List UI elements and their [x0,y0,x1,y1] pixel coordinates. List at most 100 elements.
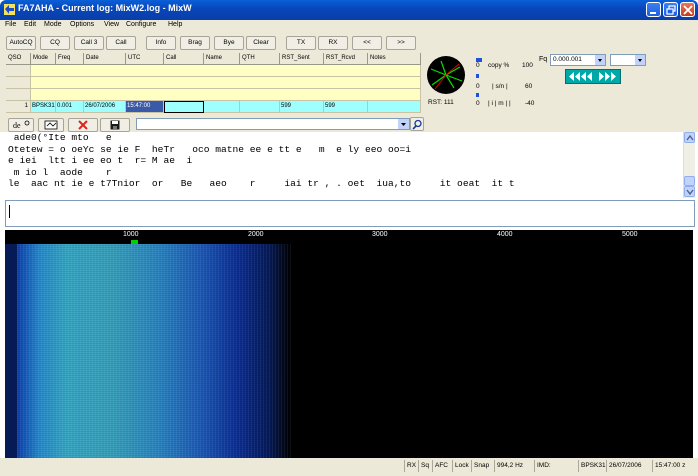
chevron-up-icon [686,134,694,141]
copy-label: copy % [488,62,510,69]
copy-max: 100 [522,62,533,69]
close-button[interactable] [680,2,695,17]
find-button[interactable] [410,117,424,131]
floppy-disk-icon [110,120,120,130]
rx-button[interactable]: RX [318,36,348,50]
rx-text-line: Otetew = o oeYc se ie F heTr oco matne e… [8,143,412,155]
log-cell-name[interactable] [204,101,240,113]
chevron-down-icon [401,123,406,126]
save-button[interactable] [100,118,130,132]
status-afc[interactable]: AFC [432,460,450,472]
scale-label: 1000 [123,231,139,238]
scale-label: 5000 [622,231,638,238]
combobox-dropdown-button[interactable] [398,119,409,129]
column-header-qth[interactable]: QTH [240,53,280,65]
save-log-button[interactable] [38,118,64,132]
status-squelch[interactable]: Sq [418,460,431,472]
log-row-empty [6,77,31,89]
menu-file[interactable]: File [5,21,16,28]
minimize-button[interactable] [646,2,661,17]
status-time: 15:47:00 z [652,460,687,472]
call3-button[interactable]: Call 3 [74,36,104,50]
imd-meter-bar [476,93,479,97]
menu-help[interactable]: Help [168,21,182,28]
macro-combobox[interactable] [136,118,410,130]
callsign-lookup-button[interactable]: de [8,118,34,132]
column-header-name[interactable]: Name [204,53,240,65]
rx-text-window[interactable]: ade0(°Ite mto e Otetew = o oeYc se ie F h… [5,132,684,198]
rst-readout: RST: 111 [428,99,454,106]
waterfall-edge [5,244,17,458]
status-rx[interactable]: RX [404,460,418,472]
log-row-empty[interactable] [31,65,421,77]
next-button[interactable]: >> [386,36,416,50]
column-header-rst-rcvd[interactable]: RST_Rcvd [324,53,368,65]
clear-button[interactable]: Clear [246,36,276,50]
log-row-empty[interactable] [31,89,421,101]
window-title: FA7AHA - Current log: MixW2.log - MixW [18,3,192,13]
column-header-notes[interactable]: Notes [368,53,421,65]
menu-view[interactable]: View [104,21,119,28]
status-lock[interactable]: Lock [452,460,471,472]
column-header-utc[interactable]: UTC [126,53,164,65]
log-row-empty [6,65,31,77]
column-header-qso[interactable]: QSO [6,53,31,65]
imd-label: | i | m | | [488,100,511,107]
menu-edit[interactable]: Edit [24,21,36,28]
log-cell-rst-sent[interactable]: 599 [280,101,324,113]
waterfall-display[interactable] [5,244,693,458]
delete-qso-button[interactable] [68,118,98,132]
info-button[interactable]: Info [146,36,176,50]
log-cell-call[interactable] [164,101,204,113]
log-cell-rst-rcvd[interactable]: 599 [324,101,368,113]
band-combobox[interactable] [610,54,646,66]
tx-button[interactable]: TX [286,36,316,50]
column-header-call[interactable]: Call [164,53,204,65]
menu-options[interactable]: Options [70,21,94,28]
log-cell-qso: 1 [6,101,31,113]
band-dropdown-button[interactable] [635,55,645,65]
menu-mode[interactable]: Mode [44,21,62,28]
log-cell-utc[interactable]: 15:47:00 [126,101,164,113]
log-cell-notes[interactable] [368,101,421,113]
search-icon [411,119,422,130]
tx-text-input[interactable] [5,200,695,227]
menu-configure[interactable]: Configure [126,21,156,28]
minimize-icon [650,12,656,14]
bye-button[interactable]: Bye [214,36,244,50]
status-snap[interactable]: Snap [471,460,491,472]
waterfall-scale[interactable]: 1000 2000 3000 4000 5000 [5,230,693,244]
frequency-dropdown-button[interactable] [595,55,605,65]
scale-label: 3000 [372,231,388,238]
svg-text:de: de [13,121,21,130]
column-header-freq[interactable]: Freq [56,53,84,65]
scroll-down-button[interactable] [684,186,695,197]
column-header-rst-sent[interactable]: RST_Sent [280,53,324,65]
app-icon [4,4,15,15]
log-cell-mode[interactable]: BPSK31 [31,101,56,113]
waterfall-signal [17,244,291,458]
maximize-button[interactable] [663,2,678,17]
brag-button[interactable]: Brag [180,36,210,50]
status-mode[interactable]: BPSK31 [578,460,608,472]
log-cell-qth[interactable] [240,101,280,113]
rx-text-line: e iei ltt i ee eo t r= M ae i [8,155,193,167]
meters-panel: RST: 111 0 copy % 100 0 | s/n | 60 0 | i… [426,53,536,113]
delete-icon [78,120,88,130]
call-button[interactable]: Call [106,36,136,50]
log-cell-date[interactable]: 26/07/2006 [84,101,126,113]
autocq-button[interactable]: AutoCQ [6,36,36,50]
tuning-control[interactable] [565,69,621,84]
scroll-up-button[interactable] [684,132,695,143]
log-cell-freq[interactable]: 0.001 [56,101,84,113]
column-header-mode[interactable]: Mode [31,53,56,65]
scroll-thumb[interactable] [684,176,695,186]
imd-value: 0 [476,100,480,107]
frequency-combobox[interactable]: 0.000.001 [550,54,606,66]
prev-button[interactable]: << [352,36,382,50]
column-header-date[interactable]: Date [84,53,126,65]
rx-text-line: m io l aode r [8,166,112,178]
cq-button[interactable]: CQ [40,36,70,50]
log-row-empty[interactable] [31,77,421,89]
rx-scrollbar[interactable] [683,132,695,198]
